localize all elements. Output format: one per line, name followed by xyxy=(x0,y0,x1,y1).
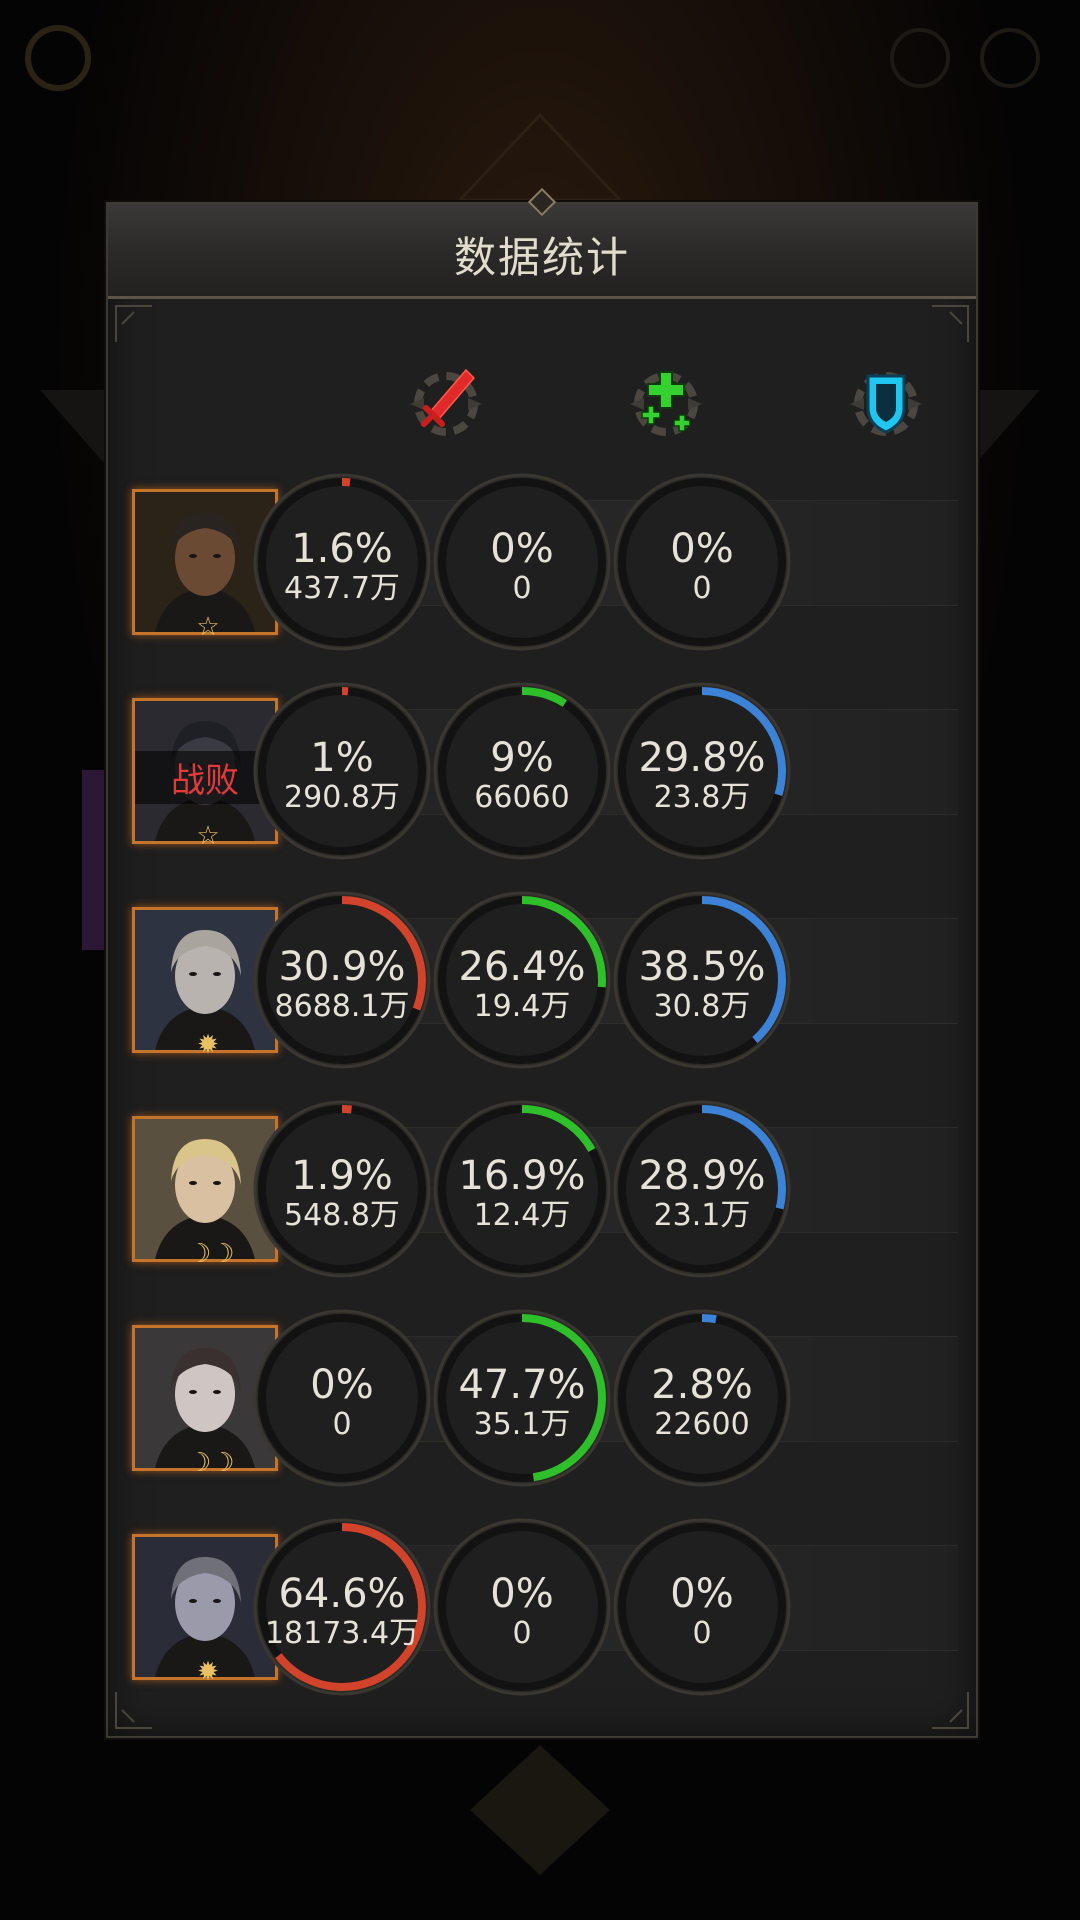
heal-stat-ring: 16.9% 12.4万 xyxy=(432,1099,612,1279)
heal-stat-ring: 26.4% 19.4万 xyxy=(432,890,612,1070)
shield-percent: 38.5% xyxy=(638,944,766,990)
shield-percent: 28.9% xyxy=(638,1153,766,1199)
hero-row: ✹ 64.6% 18173.4万 0% 0 0% 0 xyxy=(108,1507,976,1696)
corner-ornament-bottom-right xyxy=(932,1692,969,1729)
star-rank-icon: ☆ xyxy=(196,612,220,642)
heal-percent: 0% xyxy=(490,1571,554,1617)
shield-percent: 29.8% xyxy=(638,735,766,781)
damage-stat-ring: 30.9% 8688.1万 xyxy=(252,890,432,1070)
shield-amount: 0 xyxy=(692,1616,712,1651)
heal-percent: 47.7% xyxy=(458,1362,586,1408)
heal-stat-ring: 47.7% 35.1万 xyxy=(432,1308,612,1488)
moon-rank-icon: ☽☽ xyxy=(188,1448,235,1478)
damage-percent: 0% xyxy=(310,1362,374,1408)
sword-icon xyxy=(410,368,482,436)
shield-amount: 0 xyxy=(692,571,712,606)
damage-stat-ring: 1% 290.8万 xyxy=(252,681,432,861)
heal-amount: 0 xyxy=(512,1616,532,1651)
damage-amount: 437.7万 xyxy=(284,571,400,606)
damage-stat-ring: 1.9% 548.8万 xyxy=(252,1099,432,1279)
shield-percent: 0% xyxy=(670,526,734,572)
damage-amount: 0 xyxy=(332,1407,352,1442)
heal-percent: 9% xyxy=(490,735,554,781)
heal-stat-ring: 0% 0 xyxy=(432,1517,612,1697)
damage-percent: 1% xyxy=(310,735,374,781)
heal-percent: 26.4% xyxy=(458,944,586,990)
corner-ornament-top-right xyxy=(932,305,969,342)
dialog-header: 数据统计 xyxy=(108,187,976,299)
shield-percent: 2.8% xyxy=(651,1362,753,1408)
sun-rank-icon: ✹ xyxy=(197,1030,219,1060)
hero-row: ✹ 30.9% 8688.1万 26.4% 19.4万 38.5% 30.8万 xyxy=(108,880,976,1069)
heal-percent: 16.9% xyxy=(458,1153,586,1199)
heal-stat-ring: 0% 0 xyxy=(432,472,612,652)
heal-stat-ring: 9% 66060 xyxy=(432,681,612,861)
heal-percent: 0% xyxy=(490,526,554,572)
hero-row: ☆ 1.6% 437.7万 0% 0 0% 0 xyxy=(108,462,976,651)
shield-amount: 23.8万 xyxy=(653,780,751,815)
damage-percent: 1.6% xyxy=(291,526,393,572)
damage-percent: 30.9% xyxy=(278,944,406,990)
damage-stat-ring: 0% 0 xyxy=(252,1308,432,1488)
star-rank-icon: ☆ xyxy=(196,821,220,851)
damage-amount: 548.8万 xyxy=(284,1198,400,1233)
shield-amount: 22600 xyxy=(654,1407,750,1442)
shield-stat-ring: 0% 0 xyxy=(612,1517,792,1697)
damage-percent: 1.9% xyxy=(291,1153,393,1199)
damage-stat-ring: 64.6% 18173.4万 xyxy=(252,1517,432,1697)
shield-amount: 23.1万 xyxy=(653,1198,751,1233)
damage-amount: 8688.1万 xyxy=(274,989,410,1024)
damage-amount: 290.8万 xyxy=(284,780,400,815)
heal-amount: 35.1万 xyxy=(473,1407,571,1442)
heal-amount: 66060 xyxy=(474,780,570,815)
shield-icon xyxy=(850,372,922,436)
damage-stat-ring: 1.6% 437.7万 xyxy=(252,472,432,652)
shield-stat-ring: 29.8% 23.8万 xyxy=(612,681,792,861)
damage-amount: 18173.4万 xyxy=(264,1616,420,1651)
shield-stat-ring: 2.8% 22600 xyxy=(612,1308,792,1488)
heal-amount: 0 xyxy=(512,571,532,606)
shield-amount: 30.8万 xyxy=(653,989,751,1024)
heal-amount: 19.4万 xyxy=(473,989,571,1024)
damage-percent: 64.6% xyxy=(278,1571,406,1617)
dialog-title: 数据统计 xyxy=(453,233,630,282)
stats-dialog: 数据统计 ☆ 1.6% 437.7万 0% 0 0% 0 战败 ☆ 1% 290.8万 9% 66060… xyxy=(106,187,978,1738)
shield-stat-ring: 0% 0 xyxy=(612,472,792,652)
hero-row: ☽☽ 0% 0 47.7% 35.1万 2.8% 22600 xyxy=(108,1298,976,1487)
corner-ornament-top-left xyxy=(115,305,152,342)
corner-ornament-bottom-left xyxy=(115,1692,152,1729)
shield-percent: 0% xyxy=(670,1571,734,1617)
heal-cross-icon xyxy=(630,371,702,436)
sun-rank-icon: ✹ xyxy=(197,1657,219,1687)
shield-stat-ring: 38.5% 30.8万 xyxy=(612,890,792,1070)
hero-row: 战败 ☆ 1% 290.8万 9% 66060 29.8% 23.8万 xyxy=(108,671,976,860)
moon-rank-icon: ☽☽ xyxy=(188,1239,235,1269)
heal-amount: 12.4万 xyxy=(473,1198,571,1233)
shield-stat-ring: 28.9% 23.1万 xyxy=(612,1099,792,1279)
hero-row: ☽☽ 1.9% 548.8万 16.9% 12.4万 28.9% 23.1万 xyxy=(108,1089,976,1278)
